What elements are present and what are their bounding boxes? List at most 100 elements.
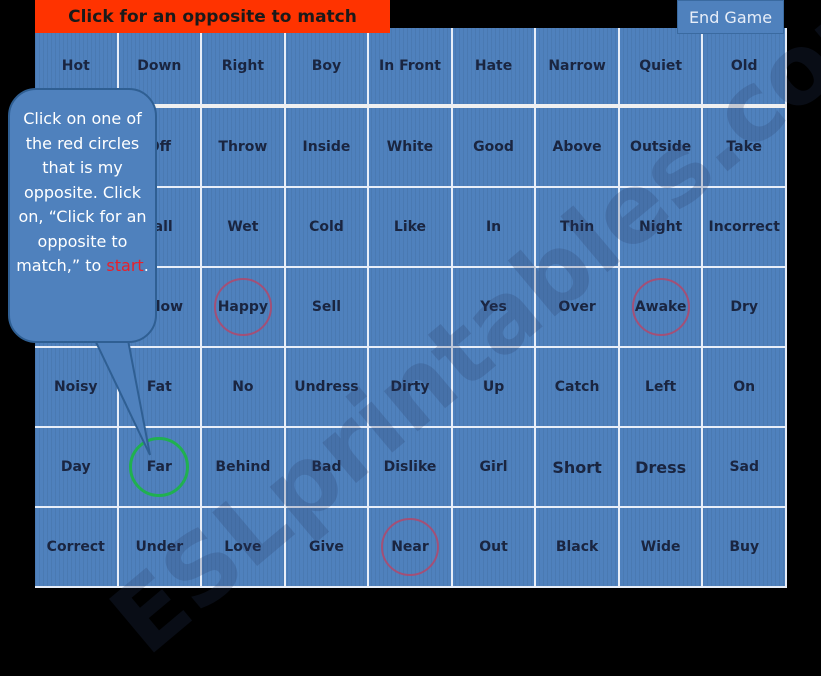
word-cell[interactable]: Up — [452, 348, 537, 428]
word-cell[interactable]: Black — [536, 508, 620, 588]
word-label: Black — [555, 539, 599, 555]
word-label: Happy — [217, 299, 269, 315]
word-cell[interactable]: Give — [285, 508, 370, 588]
word-label: Thin — [559, 219, 595, 235]
word-cell[interactable]: Buy — [703, 508, 787, 588]
word-cell[interactable]: Out — [452, 508, 537, 588]
word-label: Far — [146, 459, 172, 475]
word-cell[interactable]: Behind — [202, 428, 286, 508]
word-label: Take — [726, 139, 763, 155]
word-label: Day — [60, 459, 91, 475]
word-label: Outside — [630, 139, 692, 155]
word-cell[interactable]: No — [202, 348, 286, 428]
end-game-button[interactable]: End Game — [677, 0, 784, 34]
word-cell[interactable]: In Front — [369, 28, 453, 108]
word-cell[interactable]: White — [369, 108, 453, 188]
word-cell[interactable]: Narrow — [536, 28, 620, 108]
word-cell[interactable]: On — [703, 348, 787, 428]
word-cell[interactable]: Love — [202, 508, 286, 588]
word-label: Quiet — [639, 58, 683, 74]
word-cell[interactable]: Old — [703, 28, 787, 108]
word-cell[interactable]: Girl — [452, 428, 537, 508]
word-label: Like — [393, 219, 427, 235]
word-cell[interactable]: Sad — [703, 428, 787, 508]
word-cell[interactable]: Like — [369, 188, 453, 268]
word-label: Sad — [729, 459, 759, 475]
word-label: Catch — [554, 379, 600, 395]
word-label: Dress — [635, 457, 687, 477]
word-cell[interactable]: Undress — [285, 348, 370, 428]
word-cell[interactable]: Day — [35, 428, 119, 508]
word-label: Buy — [729, 539, 760, 555]
word-cell[interactable]: In — [452, 188, 537, 268]
word-label: Wet — [227, 219, 259, 235]
word-label: Cold — [309, 219, 344, 235]
instruction-callout: Click on one of the red circles that is … — [8, 88, 157, 343]
word-label: Dirty — [390, 379, 430, 395]
word-cell[interactable]: Awake — [619, 268, 704, 348]
word-label: Sell — [311, 299, 342, 315]
word-label: Awake — [634, 299, 687, 315]
word-cell[interactable]: Throw — [202, 108, 286, 188]
word-label: Right — [221, 58, 265, 74]
word-cell[interactable]: Bad — [285, 428, 370, 508]
word-cell[interactable]: Thin — [536, 188, 620, 268]
word-cell[interactable]: Good — [452, 108, 537, 188]
word-label: Old — [730, 58, 758, 74]
callout-start-word: start — [106, 256, 144, 275]
word-cell[interactable]: Night — [619, 188, 704, 268]
word-cell[interactable]: Happy — [202, 268, 286, 348]
word-cell[interactable]: Right — [202, 28, 286, 108]
word-cell[interactable]: Wet — [202, 188, 286, 268]
word-label: Undress — [294, 379, 359, 395]
word-cell[interactable]: Under — [118, 508, 203, 588]
word-cell[interactable]: Cold — [285, 188, 370, 268]
word-label: Wide — [640, 539, 681, 555]
word-cell[interactable]: Dress — [619, 428, 704, 508]
callout-text: Click on one of the red circles that is … — [16, 109, 147, 275]
word-cell[interactable] — [369, 268, 453, 348]
word-cell[interactable]: Yes — [452, 268, 537, 348]
word-label: Hot — [61, 58, 90, 74]
word-cell[interactable]: Boy — [285, 28, 370, 108]
word-cell[interactable]: Far — [118, 428, 203, 508]
word-label: Night — [639, 219, 683, 235]
word-cell[interactable]: Above — [536, 108, 620, 188]
word-cell[interactable]: Catch — [536, 348, 620, 428]
word-cell[interactable]: Incorrect — [703, 188, 787, 268]
word-label: No — [232, 379, 254, 395]
start-match-button[interactable]: Click for an opposite to match — [35, 0, 390, 33]
word-cell[interactable]: Inside — [285, 108, 370, 188]
word-cell[interactable]: Dry — [703, 268, 787, 348]
word-cell[interactable]: Dislike — [369, 428, 453, 508]
word-label: Near — [391, 539, 429, 555]
word-label: Narrow — [548, 58, 606, 74]
word-cell[interactable]: Quiet — [619, 28, 704, 108]
word-label: Over — [558, 299, 596, 315]
word-cell[interactable]: Over — [536, 268, 620, 348]
word-label: Bad — [311, 459, 342, 475]
word-label: Throw — [218, 139, 268, 155]
word-label: Fat — [146, 379, 172, 395]
word-label: Short — [552, 457, 602, 477]
word-label: Behind — [215, 459, 271, 475]
word-label: Good — [473, 139, 514, 155]
word-cell[interactable]: Left — [619, 348, 704, 428]
word-cell[interactable]: Correct — [35, 508, 119, 588]
word-cell[interactable]: Take — [703, 108, 787, 188]
word-cell[interactable]: Dirty — [369, 348, 453, 428]
word-cell[interactable]: Noisy — [35, 348, 119, 428]
word-cell[interactable]: Outside — [619, 108, 704, 188]
word-cell[interactable]: Near — [369, 508, 453, 588]
word-label: Out — [479, 539, 508, 555]
word-cell[interactable]: Short — [536, 428, 620, 508]
word-label: White — [386, 139, 434, 155]
word-cell[interactable]: Hate — [452, 28, 537, 108]
word-label: Inside — [302, 139, 351, 155]
word-label: Dislike — [383, 459, 437, 475]
word-label: In — [485, 219, 502, 235]
word-cell[interactable]: Wide — [619, 508, 704, 588]
word-cell[interactable]: Fat — [118, 348, 203, 428]
word-cell[interactable]: Sell — [285, 268, 370, 348]
word-label: Give — [308, 539, 344, 555]
